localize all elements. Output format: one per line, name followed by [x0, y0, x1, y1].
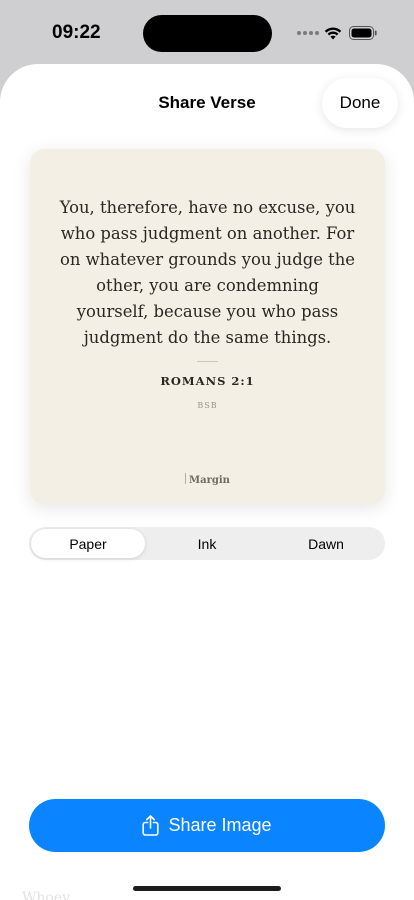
verse-line: who pass judgment on another. For [60, 224, 355, 243]
brand-name: Margin [189, 475, 230, 486]
battery-icon [349, 26, 377, 40]
verse-line: You, therefore, have no excuse, you [59, 198, 356, 217]
theme-option-ink[interactable]: Ink [150, 529, 264, 558]
verse-line: judgment do the same things. [83, 328, 332, 347]
verse-preview-card: You, therefore, have no excuse, you who … [30, 149, 385, 504]
done-button[interactable]: Done [322, 78, 398, 128]
wifi-icon [324, 27, 342, 40]
home-indicator[interactable] [133, 886, 281, 891]
theme-option-paper[interactable]: Paper [31, 529, 145, 558]
share-icon [142, 815, 160, 836]
share-image-button[interactable]: Share Image [29, 799, 385, 852]
verse-text: You, therefore, have no excuse, you who … [56, 195, 359, 351]
brand-watermark: Margin [30, 473, 385, 486]
translation-label: BSB [197, 401, 218, 410]
share-sheet: Share Verse Done You, therefore, have no… [0, 64, 414, 900]
verse-line: other, you are condemning [96, 276, 319, 295]
card-divider [197, 361, 218, 362]
cellular-signal-icon [297, 31, 319, 37]
status-time: 09:22 [52, 22, 101, 43]
share-image-label: Share Image [168, 815, 272, 835]
background-peek-text: Whoev [22, 890, 71, 900]
verse-line: on whatever grounds you judge the [60, 250, 355, 269]
verse-reference: ROMANS 2:1 [160, 374, 255, 388]
theme-option-dawn[interactable]: Dawn [269, 529, 383, 558]
dynamic-island [143, 15, 272, 52]
verse-line: yourself, because you who pass [76, 302, 339, 321]
theme-picker: Paper Ink Dawn [29, 527, 385, 560]
brand-bar-icon [185, 473, 187, 484]
status-bar: 09:22 [0, 0, 414, 64]
